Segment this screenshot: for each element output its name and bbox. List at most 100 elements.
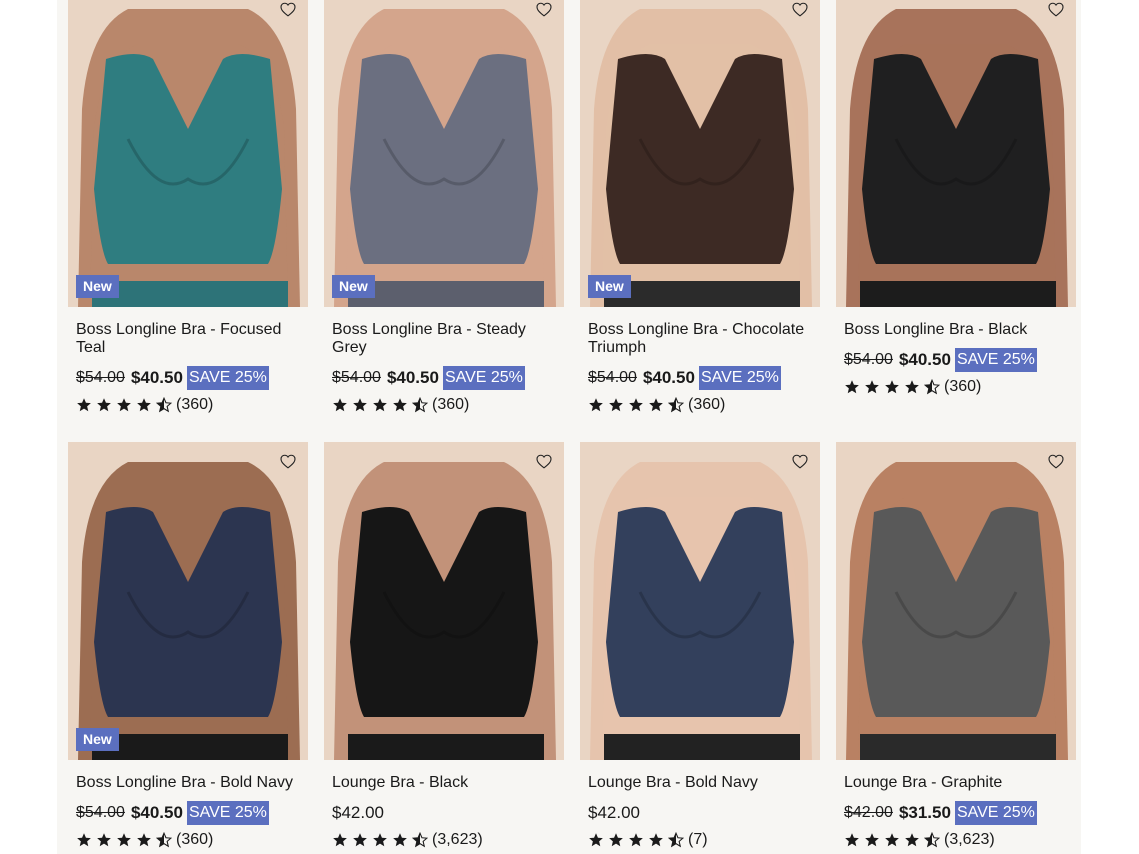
review-count: (360) <box>944 378 982 395</box>
wishlist-heart-icon[interactable] <box>789 450 811 472</box>
wishlist-heart-icon[interactable] <box>533 0 555 20</box>
product-info: Lounge Bra - Graphite $42.00 $31.50 SAVE 25… <box>836 760 1076 849</box>
sale-price: $40.50 <box>386 368 439 387</box>
new-badge: New <box>588 275 631 298</box>
product-card[interactable]: Lounge Bra - Graphite $42.00 $31.50 SAVE 25… <box>836 442 1076 849</box>
star-rating-icons <box>76 397 172 413</box>
star-rating-icons <box>844 379 940 395</box>
product-card[interactable]: Lounge Bra - Bold Navy $42.00 (7) <box>580 442 820 849</box>
new-badge: New <box>76 275 119 298</box>
product-image-link[interactable] <box>836 442 1076 760</box>
product-card[interactable]: New Boss Longline Bra - Steady Grey $54.00… <box>324 0 564 414</box>
star-rating-icons <box>76 832 172 848</box>
sale-price: $31.50 <box>898 803 951 822</box>
new-badge: New <box>76 728 119 751</box>
save-badge: SAVE 25% <box>954 348 1037 372</box>
new-badge: New <box>332 275 375 298</box>
product-photo <box>68 442 308 760</box>
wishlist-heart-icon[interactable] <box>277 0 299 20</box>
price-row: $54.00 $40.50 SAVE 25% <box>76 801 300 825</box>
product-photo <box>324 0 564 307</box>
product-image-link[interactable]: New <box>68 0 308 307</box>
sale-price: $40.50 <box>642 368 695 387</box>
review-count: (3,623) <box>944 831 995 848</box>
wishlist-heart-icon[interactable] <box>533 450 555 472</box>
original-price: $54.00 <box>844 351 893 368</box>
save-badge: SAVE 25% <box>186 801 269 825</box>
original-price: $54.00 <box>76 804 125 821</box>
wishlist-heart-icon[interactable] <box>277 450 299 472</box>
product-image-link[interactable] <box>836 0 1076 307</box>
price: $42.00 <box>588 803 640 822</box>
product-info: Boss Longline Bra - Chocolate Triumph $54… <box>580 307 820 414</box>
product-info: Lounge Bra - Black $42.00 (3,623) <box>324 760 564 849</box>
sale-price: $40.50 <box>898 350 951 369</box>
rating[interactable]: (360) <box>588 396 812 414</box>
save-badge: SAVE 25% <box>442 366 525 390</box>
save-badge: SAVE 25% <box>186 366 269 390</box>
product-photo <box>580 0 820 307</box>
product-info: Boss Longline Bra - Bold Navy $54.00 $40.5… <box>68 760 308 849</box>
rating[interactable]: (3,623) <box>332 831 556 849</box>
product-image-link[interactable]: New <box>324 0 564 307</box>
price-row: $54.00 $40.50 SAVE 25% <box>844 348 1068 372</box>
product-image-link[interactable] <box>580 442 820 760</box>
product-photo <box>580 442 820 760</box>
price: $42.00 <box>332 803 384 822</box>
price-row: $42.00 <box>588 801 812 825</box>
rating[interactable]: (360) <box>332 396 556 414</box>
rating[interactable]: (7) <box>588 831 812 849</box>
price-row: $54.00 $40.50 SAVE 25% <box>76 366 300 390</box>
rating[interactable]: (360) <box>76 396 300 414</box>
product-card[interactable]: Boss Longline Bra - Black $54.00 $40.50 SAV… <box>836 0 1076 396</box>
original-price: $54.00 <box>76 369 125 386</box>
product-image-link[interactable] <box>324 442 564 760</box>
star-rating-icons <box>332 397 428 413</box>
product-title-link[interactable]: Lounge Bra - Graphite <box>844 774 1068 792</box>
rating[interactable]: (360) <box>76 831 300 849</box>
wishlist-heart-icon[interactable] <box>789 0 811 20</box>
product-photo <box>836 442 1076 760</box>
product-info: Boss Longline Bra - Focused Teal $54.00 $4… <box>68 307 308 414</box>
sale-price: $40.50 <box>130 368 183 387</box>
product-title-link[interactable]: Boss Longline Bra - Focused Teal <box>76 321 300 357</box>
star-rating-icons <box>588 397 684 413</box>
product-info: Boss Longline Bra - Steady Grey $54.00 $40… <box>324 307 564 414</box>
wishlist-heart-icon[interactable] <box>1045 450 1067 472</box>
product-card[interactable]: New Boss Longline Bra - Chocolate Triumph… <box>580 0 820 414</box>
product-title-link[interactable]: Lounge Bra - Bold Navy <box>588 774 812 792</box>
product-card[interactable]: New Boss Longline Bra - Focused Teal $54.0… <box>68 0 308 414</box>
product-title-link[interactable]: Boss Longline Bra - Chocolate Triumph <box>588 321 812 357</box>
product-image-link[interactable]: New <box>68 442 308 760</box>
product-title-link[interactable]: Lounge Bra - Black <box>332 774 556 792</box>
product-image-link[interactable]: New <box>580 0 820 307</box>
price-row: $54.00 $40.50 SAVE 25% <box>588 366 812 390</box>
product-title-link[interactable]: Boss Longline Bra - Steady Grey <box>332 321 556 357</box>
star-rating-icons <box>332 832 428 848</box>
review-count: (360) <box>688 396 726 413</box>
original-price: $54.00 <box>588 369 637 386</box>
rating[interactable]: (3,623) <box>844 831 1068 849</box>
star-rating-icons <box>588 832 684 848</box>
review-count: (360) <box>432 396 470 413</box>
wishlist-heart-icon[interactable] <box>1045 0 1067 20</box>
product-title-link[interactable]: Boss Longline Bra - Black <box>844 321 1068 339</box>
review-count: (7) <box>688 831 708 848</box>
original-price: $42.00 <box>844 804 893 821</box>
rating[interactable]: (360) <box>844 378 1068 396</box>
save-badge: SAVE 25% <box>698 366 781 390</box>
product-photo <box>68 0 308 307</box>
price-row: $54.00 $40.50 SAVE 25% <box>332 366 556 390</box>
product-info: Boss Longline Bra - Black $54.00 $40.50 SAV… <box>836 307 1076 396</box>
product-photo <box>324 442 564 760</box>
product-title-link[interactable]: Boss Longline Bra - Bold Navy <box>76 774 300 792</box>
save-badge: SAVE 25% <box>954 801 1037 825</box>
product-card[interactable]: Lounge Bra - Black $42.00 (3,623) <box>324 442 564 849</box>
review-count: (360) <box>176 396 214 413</box>
review-count: (360) <box>176 831 214 848</box>
product-card[interactable]: New Boss Longline Bra - Bold Navy $54.00 $4… <box>68 442 308 849</box>
price-row: $42.00 <box>332 801 556 825</box>
review-count: (3,623) <box>432 831 483 848</box>
price-row: $42.00 $31.50 SAVE 25% <box>844 801 1068 825</box>
product-photo <box>836 0 1076 307</box>
